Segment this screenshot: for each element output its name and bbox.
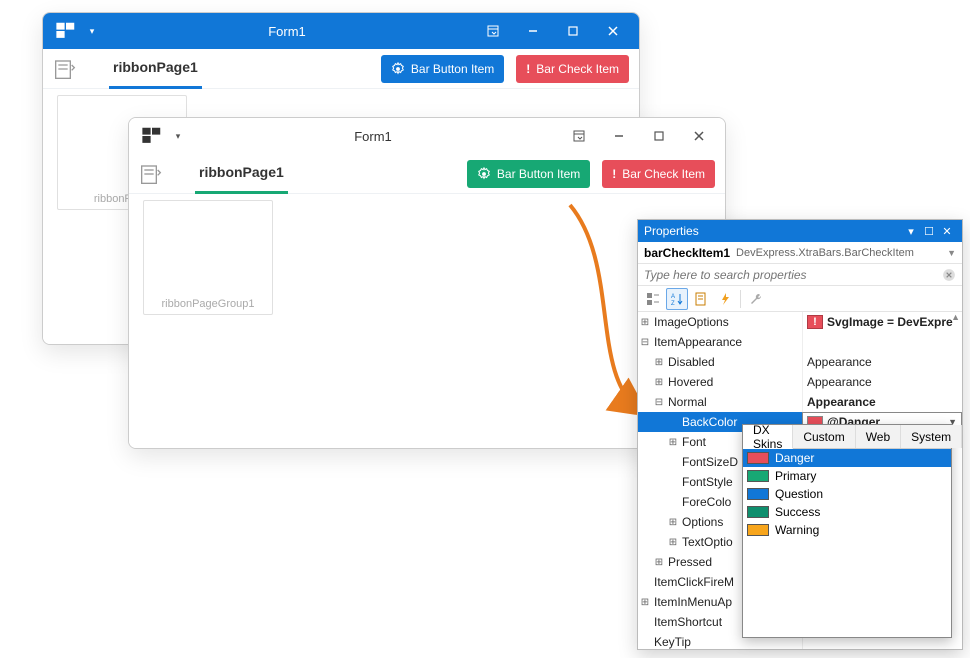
close-button[interactable]: ✕	[938, 222, 956, 240]
object-type: DevExpress.XtraBars.BarCheckItem	[736, 247, 914, 259]
ribbon-group: ribbonPageGroup1	[143, 200, 273, 315]
minimize-button[interactable]	[513, 13, 553, 49]
alphabetical-button[interactable]: AZ	[666, 288, 688, 310]
bar-button-item[interactable]: Bar Button Item	[467, 160, 590, 188]
color-item-danger[interactable]: Danger	[743, 449, 951, 467]
ribbon-display-options-button[interactable]	[559, 118, 599, 154]
bar-check-item[interactable]: ! Bar Check Item	[602, 160, 715, 188]
ribbon-tab[interactable]: ribbonPage1	[195, 154, 288, 194]
app-icon	[141, 125, 163, 147]
object-name: barCheckItem1	[644, 246, 730, 260]
scroll-up-icon[interactable]: ▲	[951, 312, 960, 322]
tab-web[interactable]: Web	[856, 425, 901, 448]
exclamation-icon: !	[612, 167, 616, 181]
color-picker-popup: DX Skins Custom Web System Danger Primar…	[742, 424, 952, 638]
wrench-button[interactable]	[745, 288, 767, 310]
close-button[interactable]	[593, 13, 633, 49]
prop-disabled[interactable]: ⊞Disabled Appearance	[638, 352, 962, 372]
color-item-question[interactable]: Question	[743, 485, 951, 503]
bar-button-label: Bar Button Item	[411, 62, 494, 76]
file-menu-icon[interactable]	[53, 57, 77, 81]
ribbon-group-label: ribbonPageGroup1	[144, 298, 272, 310]
search-row	[638, 264, 962, 286]
bar-check-label: Bar Check Item	[622, 167, 705, 181]
prop-itemappearance[interactable]: ⊟ItemAppearance	[638, 332, 962, 352]
ribbon-display-options-button[interactable]	[473, 13, 513, 49]
clear-icon[interactable]	[942, 268, 956, 282]
color-item-warning[interactable]: Warning	[743, 521, 951, 539]
color-item-success[interactable]: Success	[743, 503, 951, 521]
ribbon-content: ribbonPageGroup1	[129, 194, 725, 448]
gear-icon	[477, 167, 491, 181]
color-list: Danger Primary Question Success Warning	[743, 449, 951, 539]
bar-check-label: Bar Check Item	[536, 62, 619, 76]
toolbar: AZ	[638, 286, 962, 312]
popup-tabs: DX Skins Custom Web System	[743, 425, 951, 449]
exclamation-icon: !	[526, 62, 530, 76]
window-title: Form1	[187, 129, 559, 144]
chevron-down-icon: ▼	[947, 248, 956, 258]
app-icon	[55, 20, 77, 42]
categorized-button[interactable]	[642, 288, 664, 310]
file-menu-icon[interactable]	[139, 162, 163, 186]
titlebar: ▾ Form1	[129, 118, 725, 154]
prop-hovered[interactable]: ⊞Hovered Appearance	[638, 372, 962, 392]
properties-button[interactable]	[690, 288, 712, 310]
events-button[interactable]	[714, 288, 736, 310]
tab-custom[interactable]: Custom	[793, 425, 855, 448]
tab-system[interactable]: System	[901, 425, 962, 448]
window-title: Form1	[101, 24, 473, 39]
gear-icon	[391, 62, 405, 76]
titlebar: ▾ Form1	[43, 13, 639, 49]
svg-text:A: A	[671, 294, 675, 300]
minimize-button[interactable]	[599, 118, 639, 154]
object-selector[interactable]: barCheckItem1 DevExpress.XtraBars.BarChe…	[638, 242, 962, 264]
maximize-button[interactable]: ☐	[920, 222, 938, 240]
tab-dxskins[interactable]: DX Skins	[743, 425, 793, 449]
panel-title: Properties	[644, 224, 902, 238]
qat-dropdown-icon[interactable]: ▾	[83, 20, 101, 42]
qat-dropdown-icon[interactable]: ▾	[169, 125, 187, 147]
prop-imageoptions[interactable]: ⊞ImageOptions !SvgImage = DevExpre	[638, 312, 962, 332]
maximize-button[interactable]	[553, 13, 593, 49]
panel-titlebar: Properties ▾ ☐ ✕	[638, 220, 962, 242]
bar-button-label: Bar Button Item	[497, 167, 580, 181]
bar-check-item[interactable]: ! Bar Check Item	[516, 55, 629, 83]
close-button[interactable]	[679, 118, 719, 154]
color-item-primary[interactable]: Primary	[743, 467, 951, 485]
exclamation-icon: !	[807, 315, 823, 329]
ribbon-row: ribbonPage1 Bar Button Item ! Bar Check …	[43, 49, 639, 89]
bar-button-item[interactable]: Bar Button Item	[381, 55, 504, 83]
window-position-button[interactable]: ▾	[902, 222, 920, 240]
svg-text:Z: Z	[671, 301, 675, 306]
ribbon-tab[interactable]: ribbonPage1	[109, 49, 202, 89]
ribbon-row: ribbonPage1 Bar Button Item ! Bar Check …	[129, 154, 725, 194]
prop-normal[interactable]: ⊟Normal Appearance	[638, 392, 962, 412]
search-input[interactable]	[644, 268, 942, 282]
maximize-button[interactable]	[639, 118, 679, 154]
